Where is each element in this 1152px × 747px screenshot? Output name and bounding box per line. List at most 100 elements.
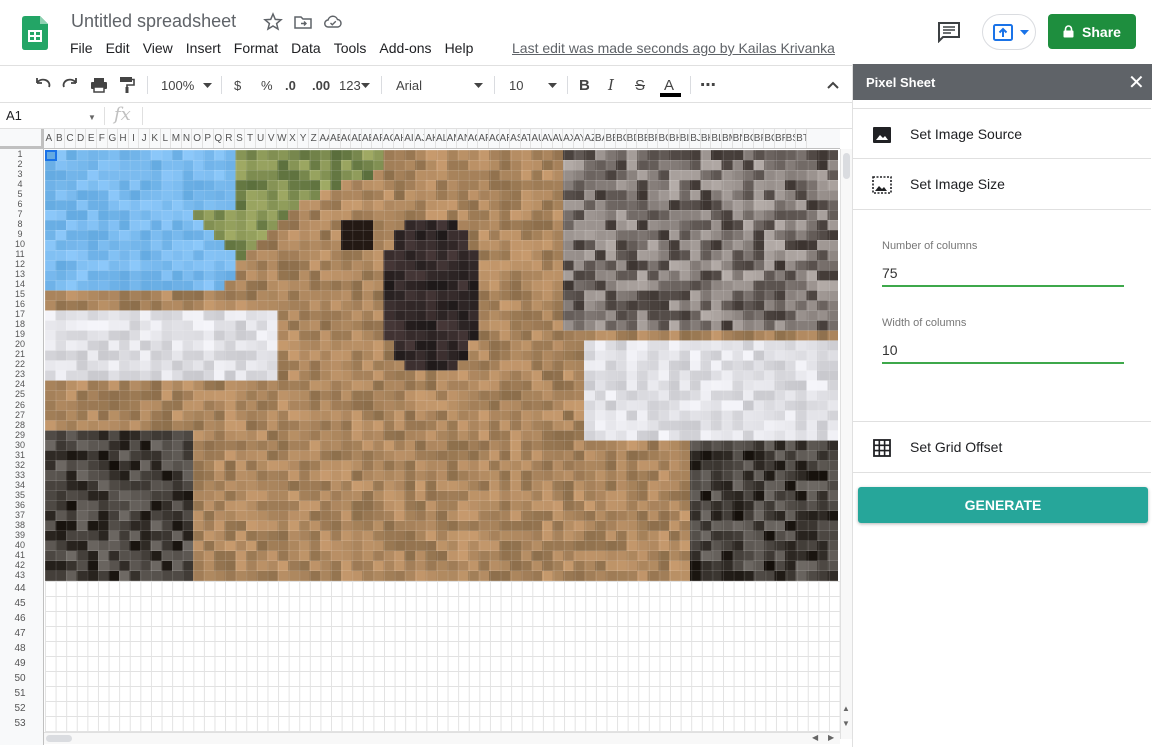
row-header[interactable]: 37 [0,510,40,520]
column-header[interactable]: AE [362,129,373,148]
column-header[interactable]: Y [298,129,309,148]
column-header[interactable]: BA [595,129,606,148]
set-image-size-button[interactable]: Set Image Size [853,159,1151,210]
column-header[interactable]: BN [733,129,744,148]
column-header[interactable]: AH [394,129,405,148]
row-header[interactable]: 15 [0,289,40,299]
menu-data[interactable]: Data [291,40,327,56]
row-header[interactable]: 35 [0,490,40,500]
column-header[interactable]: Z [309,129,320,148]
text-color-button[interactable]: A [664,75,674,95]
paint-format-icon[interactable] [118,75,136,95]
row-header[interactable]: 26 [0,400,40,410]
currency-button[interactable]: $ [234,75,241,95]
move-folder-icon[interactable] [293,12,313,32]
row-header[interactable]: 19 [0,329,40,339]
increase-decimal-button[interactable]: .00 [312,75,330,95]
row-header[interactable]: 45 [0,596,40,611]
column-header[interactable]: BK [701,129,712,148]
row-header[interactable]: 20 [0,339,40,349]
column-header[interactable]: K [150,129,161,148]
column-header[interactable]: G [108,129,119,148]
column-header[interactable]: AQ [489,129,500,148]
column-header[interactable]: AX [563,129,574,148]
column-header[interactable]: AS [510,129,521,148]
zoom-dropdown-icon[interactable] [203,75,212,95]
present-button[interactable] [982,14,1036,50]
row-header[interactable]: 34 [0,480,40,490]
column-header[interactable]: BD [627,129,638,148]
column-header[interactable]: O [192,129,203,148]
row-header[interactable]: 27 [0,410,40,420]
column-header[interactable]: AF [372,129,383,148]
column-header[interactable]: AU [531,129,542,148]
menu-edit[interactable]: Edit [106,40,136,56]
column-header[interactable]: BH [669,129,680,148]
strikethrough-button[interactable]: S [635,75,645,95]
column-header[interactable]: BI [680,129,691,148]
column-header[interactable]: AK [425,129,436,148]
column-header[interactable]: Q [214,129,225,148]
close-icon[interactable]: ✕ [1128,70,1145,95]
column-header[interactable]: AZ [584,129,595,148]
row-header[interactable]: 16 [0,299,40,309]
row-header[interactable]: 28 [0,420,40,430]
column-header[interactable]: AR [500,129,511,148]
row-header[interactable]: 21 [0,349,40,359]
menu-file[interactable]: File [70,40,99,56]
column-header[interactable]: AG [383,129,394,148]
row-header[interactable]: 9 [0,229,40,239]
menu-help[interactable]: Help [445,40,480,56]
vertical-scroll-thumb[interactable] [843,153,850,179]
column-header[interactable]: AW [553,129,564,148]
row-header[interactable]: 32 [0,460,40,470]
select-all-corner[interactable] [0,129,44,149]
column-header[interactable]: AM [447,129,458,148]
more-options-button[interactable]: ⋯ [700,75,716,95]
scroll-up-icon[interactable]: ▲ [842,704,850,713]
row-header[interactable]: 52 [0,701,40,716]
row-header[interactable]: 39 [0,530,40,540]
column-header[interactable]: BC [616,129,627,148]
column-header[interactable]: F [97,129,108,148]
set-image-source-button[interactable]: Set Image Source [853,108,1151,159]
row-header[interactable]: 36 [0,500,40,510]
zoom-select[interactable]: 100% [161,75,194,95]
cloud-saved-icon[interactable] [323,12,343,32]
width-of-columns-input[interactable] [882,338,1124,364]
horizontal-scrollbar[interactable] [44,732,840,744]
spreadsheet-grid[interactable]: ABCDEFGHIJKLMNOPQRSTUVWXYZAAABACADAEAFAG… [0,129,852,747]
scroll-down-icon[interactable]: ▼ [842,719,850,728]
bold-button[interactable]: B [579,75,590,95]
column-header[interactable]: AY [574,129,585,148]
row-header[interactable]: 5 [0,189,40,199]
column-header[interactable]: AN [457,129,468,148]
decrease-decimal-button[interactable]: .0 [285,75,296,95]
horizontal-scroll-thumb[interactable] [46,735,72,742]
redo-icon[interactable] [62,75,80,95]
row-header[interactable]: 8 [0,219,40,229]
column-header[interactable]: H [118,129,129,148]
more-formats-button[interactable]: 123 [339,75,361,95]
name-box[interactable]: A1 [6,108,22,123]
column-header[interactable]: U [256,129,267,148]
row-header[interactable]: 4 [0,179,40,189]
row-header[interactable]: 11 [0,249,40,259]
scroll-left-icon[interactable]: ◀ [812,733,818,742]
column-header[interactable]: AC [341,129,352,148]
font-dropdown-icon[interactable] [474,75,483,95]
row-header[interactable]: 3 [0,169,40,179]
row-header[interactable]: 12 [0,259,40,269]
row-header[interactable]: 7 [0,209,40,219]
column-header[interactable]: D [76,129,87,148]
column-header[interactable]: R [224,129,235,148]
row-header[interactable]: 42 [0,560,40,570]
column-header[interactable]: N [182,129,193,148]
column-header[interactable]: BS [786,129,797,148]
menu-insert[interactable]: Insert [186,40,227,56]
column-header[interactable]: BP [754,129,765,148]
column-header[interactable]: V [266,129,278,148]
last-edit-link[interactable]: Last edit was made seconds ago by Kailas… [512,40,835,56]
document-title[interactable]: Untitled spreadsheet [71,11,236,32]
row-header[interactable]: 18 [0,319,40,329]
